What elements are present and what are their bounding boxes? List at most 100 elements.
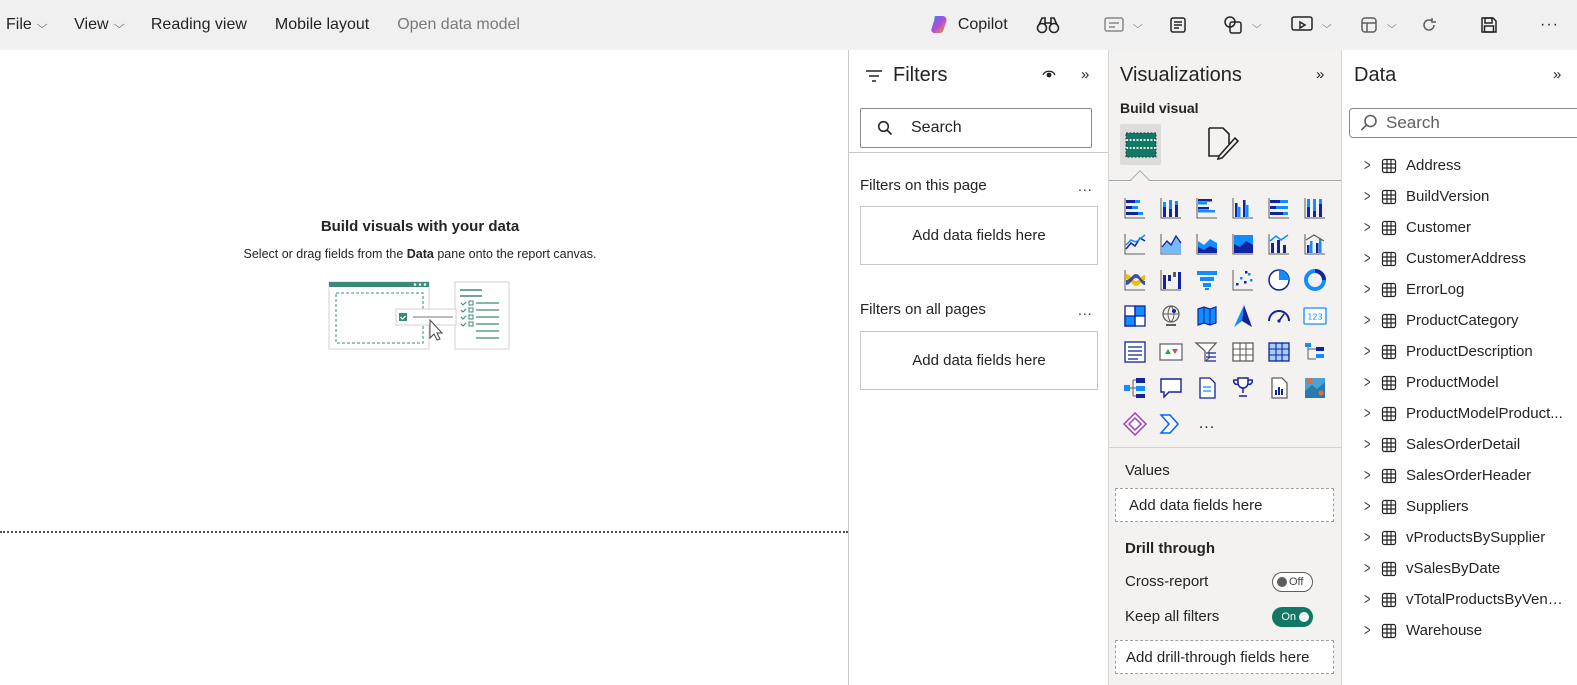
chevron-right-icon[interactable]: >	[1364, 250, 1374, 268]
matrix-icon[interactable]	[1264, 337, 1294, 367]
multi-row-card-icon[interactable]	[1120, 337, 1150, 367]
100-stacked-area-chart-icon[interactable]	[1228, 229, 1258, 259]
table-icon[interactable]	[1228, 337, 1258, 367]
ribbon-chart-icon[interactable]	[1120, 265, 1150, 295]
data-table-item[interactable]: > CustomerAddress	[1342, 243, 1577, 274]
chevron-right-icon[interactable]: >	[1364, 498, 1374, 516]
values-drop-zone[interactable]: Add data fields here	[1115, 488, 1334, 522]
chevron-down-icon[interactable]: ⌵	[1252, 20, 1262, 31]
data-table-item[interactable]: > ProductDescription	[1342, 336, 1577, 367]
data-table-item[interactable]: > ProductCategory	[1342, 305, 1577, 336]
drill-through-drop-zone[interactable]: Add drill-through fields here	[1115, 640, 1334, 674]
gauge-icon[interactable]	[1264, 301, 1294, 331]
chevron-down-icon[interactable]: ⌵	[1387, 20, 1397, 31]
power-automate-icon[interactable]	[1156, 409, 1186, 439]
scatter-chart-icon[interactable]	[1228, 265, 1258, 295]
metrics-icon[interactable]	[1228, 373, 1258, 403]
filters-search-input[interactable]: Search	[860, 108, 1092, 148]
arcgis-map-icon[interactable]	[1300, 373, 1330, 403]
stacked-column-chart-icon[interactable]	[1156, 193, 1186, 223]
area-chart-icon[interactable]	[1156, 229, 1186, 259]
filled-map-icon[interactable]	[1192, 301, 1222, 331]
data-table-item[interactable]: > SalesOrderHeader	[1342, 460, 1577, 491]
donut-chart-icon[interactable]	[1300, 265, 1330, 295]
key-influencers-icon[interactable]	[1120, 373, 1150, 403]
data-table-item[interactable]: > Address	[1342, 150, 1577, 181]
qna-icon[interactable]	[1156, 373, 1186, 403]
data-table-item[interactable]: > ProductModelProduct...	[1342, 398, 1577, 429]
pie-chart-icon[interactable]	[1264, 265, 1294, 295]
chevron-right-icon[interactable]: >	[1364, 405, 1374, 423]
chevron-right-icon[interactable]: >	[1364, 467, 1374, 485]
mobile-layout-button[interactable]: Mobile layout	[275, 16, 369, 34]
save-button[interactable]	[1472, 0, 1506, 50]
paginated-report-icon[interactable]	[1264, 373, 1294, 403]
collapse-data-icon[interactable]: »	[1553, 66, 1561, 83]
chevron-right-icon[interactable]: >	[1364, 157, 1374, 175]
funnel-chart-icon[interactable]	[1192, 265, 1222, 295]
map-icon[interactable]	[1156, 301, 1186, 331]
smart-narrative-icon[interactable]	[1192, 373, 1222, 403]
collapse-filters-icon[interactable]: »	[1081, 66, 1089, 83]
file-menu[interactable]: File ⌵	[6, 16, 47, 34]
chevron-right-icon[interactable]: >	[1364, 312, 1374, 330]
line-and-stacked-column-chart-icon[interactable]	[1264, 229, 1294, 259]
data-table-item[interactable]: > vProductsBySupplier	[1342, 522, 1577, 553]
data-table-item[interactable]: > SalesOrderDetail	[1342, 429, 1577, 460]
100-stacked-bar-chart-icon[interactable]	[1264, 193, 1294, 223]
chevron-right-icon[interactable]: >	[1364, 436, 1374, 454]
power-apps-icon[interactable]	[1120, 409, 1150, 439]
chevron-right-icon[interactable]: >	[1364, 374, 1374, 392]
chevron-right-icon[interactable]: >	[1364, 281, 1374, 299]
open-data-model-button[interactable]: Open data model	[397, 16, 520, 34]
this-page-drop-zone[interactable]: Add data fields here	[860, 206, 1098, 265]
collapse-visualizations-icon[interactable]: »	[1316, 66, 1324, 83]
clustered-column-chart-icon[interactable]	[1228, 193, 1258, 223]
more-visuals-button[interactable]: ...	[1192, 409, 1222, 439]
data-table-item[interactable]: > ProductModel	[1342, 367, 1577, 398]
chevron-down-icon[interactable]: ⌵	[1133, 20, 1143, 31]
reading-view-button[interactable]: Reading view	[151, 16, 247, 34]
slicer-icon[interactable]	[1192, 337, 1222, 367]
layout-button[interactable]: ⌵	[1352, 0, 1404, 50]
decomposition-tree-icon[interactable]	[1300, 337, 1330, 367]
build-visual-tab[interactable]	[1120, 124, 1161, 165]
binoculars-button[interactable]	[1028, 0, 1068, 50]
more-options-button[interactable]: ···	[1532, 0, 1567, 50]
chevron-right-icon[interactable]: >	[1364, 219, 1374, 237]
stacked-area-chart-icon[interactable]	[1192, 229, 1222, 259]
azure-map-icon[interactable]	[1228, 301, 1258, 331]
cross-report-toggle[interactable]: Off	[1272, 572, 1313, 592]
report-canvas[interactable]: Build visuals with your data Select or d…	[0, 50, 848, 685]
data-table-item[interactable]: > ErrorLog	[1342, 274, 1577, 305]
treemap-icon[interactable]	[1120, 301, 1150, 331]
waterfall-chart-icon[interactable]	[1156, 265, 1186, 295]
shapes-button[interactable]: ⌵	[1215, 0, 1269, 50]
clustered-bar-chart-icon[interactable]	[1192, 193, 1222, 223]
data-table-item[interactable]: > Customer	[1342, 212, 1577, 243]
data-table-item[interactable]: > vTotalProductsByVend...	[1342, 584, 1577, 615]
chevron-down-icon[interactable]: ⌵	[1322, 20, 1332, 31]
line-chart-icon[interactable]	[1120, 229, 1150, 259]
copilot-button[interactable]: Copilot	[920, 0, 1016, 50]
data-search-input[interactable]: Search	[1349, 108, 1577, 138]
data-table-item[interactable]: > Warehouse	[1342, 615, 1577, 646]
100-stacked-column-chart-icon[interactable]	[1300, 193, 1330, 223]
eye-icon[interactable]	[1042, 68, 1056, 80]
data-table-item[interactable]: > vSalesByDate	[1342, 553, 1577, 584]
data-table-item[interactable]: > Suppliers	[1342, 491, 1577, 522]
chevron-right-icon[interactable]: >	[1364, 188, 1374, 206]
stacked-bar-chart-icon[interactable]	[1120, 193, 1150, 223]
chevron-right-icon[interactable]: >	[1364, 622, 1374, 640]
chevron-right-icon[interactable]: >	[1364, 343, 1374, 361]
line-and-clustered-column-chart-icon[interactable]	[1300, 229, 1330, 259]
chevron-right-icon[interactable]: >	[1364, 560, 1374, 578]
this-page-more-button[interactable]: ...	[1078, 178, 1093, 194]
card-icon[interactable]: 123	[1300, 301, 1330, 331]
all-pages-more-button[interactable]: ...	[1078, 302, 1093, 318]
format-visual-icon[interactable]	[1205, 126, 1239, 160]
all-pages-drop-zone[interactable]: Add data fields here	[860, 331, 1098, 390]
chevron-right-icon[interactable]: >	[1364, 529, 1374, 547]
refresh-button[interactable]	[1412, 0, 1446, 50]
present-button[interactable]: ⌵	[1283, 0, 1339, 50]
